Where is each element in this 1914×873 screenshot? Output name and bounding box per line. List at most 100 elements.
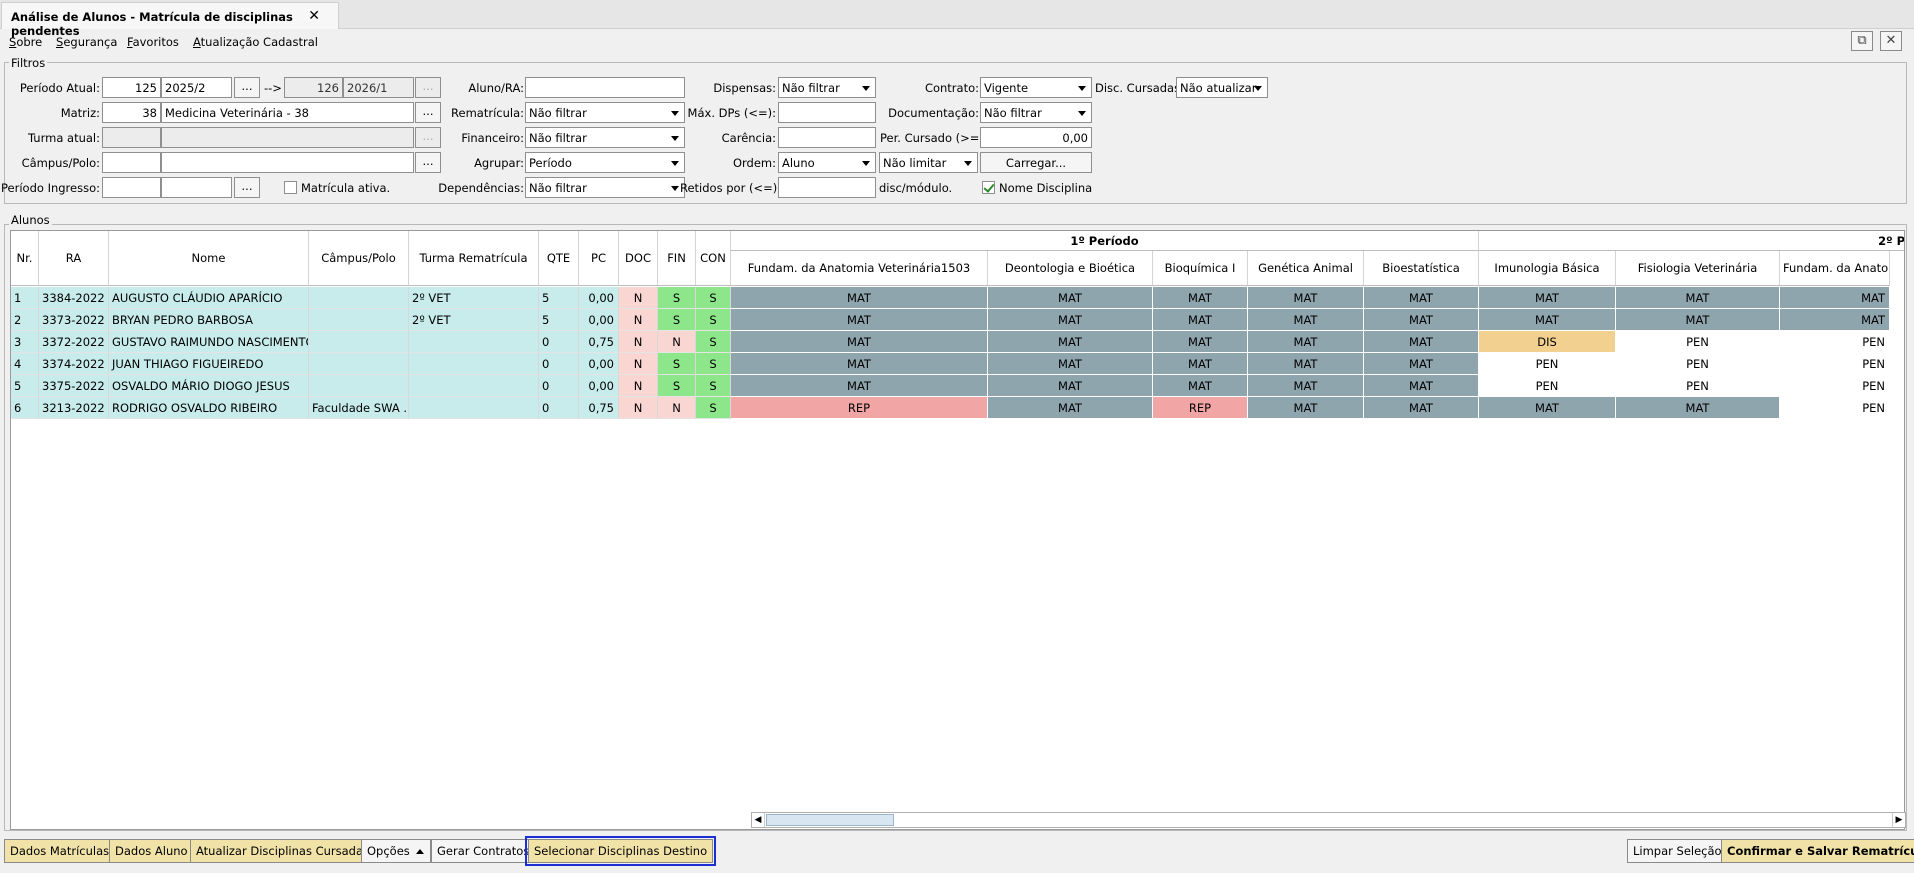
column-header-qte[interactable]: QTE bbox=[539, 231, 579, 286]
cell-doc[interactable]: N bbox=[619, 375, 658, 397]
discipline-status-cell[interactable]: MAT bbox=[988, 375, 1153, 397]
column-header-nome[interactable]: Nome bbox=[109, 231, 309, 286]
discipline-status-cell[interactable]: MAT bbox=[1248, 287, 1364, 309]
scroll-thumb[interactable] bbox=[766, 814, 894, 826]
cell-doc[interactable]: N bbox=[619, 287, 658, 309]
discipline-status-cell[interactable]: MAT bbox=[1364, 287, 1479, 309]
cell-doc[interactable]: N bbox=[619, 331, 658, 353]
discipline-status-cell[interactable]: MAT bbox=[1364, 397, 1479, 419]
matriz-field[interactable]: Medicina Veterinária - 38 bbox=[161, 102, 414, 123]
cell-nome[interactable]: GUSTAVO RAIMUNDO NASCIMENTO bbox=[109, 331, 309, 353]
cell-turma[interactable] bbox=[409, 353, 539, 375]
cell-turma[interactable]: 2º VET bbox=[409, 287, 539, 309]
discipline-status-cell[interactable]: MAT bbox=[1616, 287, 1780, 309]
cell-qte[interactable]: 0 bbox=[539, 353, 579, 375]
discipline-header[interactable]: Bioestatística bbox=[1364, 251, 1479, 286]
cell-campus[interactable] bbox=[309, 375, 409, 397]
discipline-status-cell[interactable]: MAT bbox=[1479, 287, 1616, 309]
cell-fin[interactable]: S bbox=[658, 375, 696, 397]
discipline-status-cell[interactable]: PEN bbox=[1780, 353, 1890, 375]
cell-pc[interactable]: 0,75 bbox=[579, 397, 619, 419]
discipline-status-cell[interactable]: PEN bbox=[1479, 353, 1616, 375]
dados-matriculas-button[interactable]: Dados Matrículas bbox=[4, 839, 116, 863]
cell-nr[interactable]: 1 bbox=[11, 287, 39, 309]
discipline-status-cell[interactable]: MAT bbox=[988, 353, 1153, 375]
cell-campus[interactable]: Faculdade SWA ... bbox=[309, 397, 409, 419]
cell-fin[interactable]: S bbox=[658, 287, 696, 309]
column-header-pc[interactable]: PC bbox=[579, 231, 619, 286]
discipline-status-cell[interactable]: MAT bbox=[731, 287, 988, 309]
cell-fin[interactable]: N bbox=[658, 331, 696, 353]
discipline-status-cell[interactable]: PEN bbox=[1780, 331, 1890, 353]
cell-nr[interactable]: 5 bbox=[11, 375, 39, 397]
nome-disciplina-checkbox[interactable] bbox=[982, 181, 995, 194]
cell-doc[interactable]: N bbox=[619, 309, 658, 331]
menu-favoritos[interactable]: Favoritos bbox=[127, 35, 179, 49]
cell-qte[interactable]: 0 bbox=[539, 375, 579, 397]
cell-ra[interactable]: 3373-2022 bbox=[39, 309, 109, 331]
dispensas-select[interactable]: Não filtrar bbox=[778, 77, 876, 98]
discipline-status-cell[interactable]: MAT bbox=[1364, 309, 1479, 331]
cell-pc[interactable]: 0,00 bbox=[579, 353, 619, 375]
discipline-header[interactable]: Genética Animal bbox=[1248, 251, 1364, 286]
documentacao-select[interactable]: Não filtrar bbox=[980, 102, 1092, 123]
discipline-status-cell[interactable]: MAT bbox=[988, 287, 1153, 309]
column-header-ra[interactable]: RA bbox=[39, 231, 109, 286]
cell-ra[interactable]: 3374-2022 bbox=[39, 353, 109, 375]
cell-ra[interactable]: 3384-2022 bbox=[39, 287, 109, 309]
dados-aluno-button[interactable]: Dados Aluno bbox=[109, 839, 194, 863]
rematricula-select[interactable]: Não filtrar bbox=[525, 102, 685, 123]
discipline-status-cell[interactable]: MAT bbox=[1153, 353, 1248, 375]
confirmar-salvar-button[interactable]: Confirmar e Salvar Rematrículas bbox=[1721, 839, 1914, 863]
discipline-status-cell[interactable]: PEN bbox=[1616, 331, 1780, 353]
matriz-code[interactable]: 38 bbox=[102, 102, 161, 123]
discipline-status-cell[interactable]: REP bbox=[731, 397, 988, 419]
discipline-status-cell[interactable]: MAT bbox=[988, 397, 1153, 419]
cell-ra[interactable]: 3372-2022 bbox=[39, 331, 109, 353]
discipline-header[interactable]: Bioquímica I bbox=[1153, 251, 1248, 286]
limpar-selecao-button[interactable]: Limpar Seleção bbox=[1627, 839, 1728, 863]
retidos-input[interactable] bbox=[778, 177, 876, 198]
discipline-status-cell[interactable]: MAT bbox=[1153, 331, 1248, 353]
column-header-campus[interactable]: Câmpus/Polo bbox=[309, 231, 409, 286]
close-window-icon[interactable]: ✕ bbox=[1880, 31, 1902, 51]
cell-doc[interactable]: N bbox=[619, 397, 658, 419]
column-header-turma[interactable]: Turma Rematrícula bbox=[409, 231, 539, 286]
agrupar-select[interactable]: Período bbox=[525, 152, 685, 173]
discipline-status-cell[interactable]: MAT bbox=[1248, 353, 1364, 375]
cell-con[interactable]: S bbox=[696, 331, 731, 353]
discipline-status-cell[interactable]: PEN bbox=[1780, 375, 1890, 397]
cell-nome[interactable]: RODRIGO OSVALDO RIBEIRO bbox=[109, 397, 309, 419]
periodo-atual-lookup-button[interactable]: ... bbox=[234, 77, 260, 98]
discipline-status-cell[interactable]: MAT bbox=[731, 353, 988, 375]
discipline-status-cell[interactable]: MAT bbox=[731, 309, 988, 331]
horizontal-scrollbar[interactable]: ◀ ▶ bbox=[751, 812, 1906, 828]
column-header-doc[interactable]: DOC bbox=[619, 231, 658, 286]
periodo-atual-code[interactable]: 125 bbox=[102, 77, 161, 98]
discipline-status-cell[interactable]: MAT bbox=[1479, 309, 1616, 331]
discipline-header[interactable]: Deontologia e Bioética bbox=[988, 251, 1153, 286]
menu-atualizacao-cadastral[interactable]: Atualização Cadastral bbox=[193, 35, 318, 49]
scroll-left-icon[interactable]: ◀ bbox=[752, 813, 765, 827]
discipline-status-cell[interactable]: MAT bbox=[1248, 331, 1364, 353]
cell-nome[interactable]: BRYAN PEDRO BARBOSA bbox=[109, 309, 309, 331]
gerar-contratos-button[interactable]: Gerar Contratos bbox=[431, 839, 536, 863]
column-header-nr[interactable]: Nr. bbox=[11, 231, 39, 286]
tab-analise-alunos[interactable]: Análise de Alunos - Matrícula de discipl… bbox=[1, 2, 339, 38]
cell-campus[interactable] bbox=[309, 353, 409, 375]
discipline-status-cell[interactable]: MAT bbox=[1248, 309, 1364, 331]
selecionar-disciplinas-button[interactable]: Selecionar Disciplinas Destino bbox=[524, 836, 717, 866]
cell-turma[interactable] bbox=[409, 331, 539, 353]
carregar-button[interactable]: Carregar... bbox=[980, 152, 1092, 173]
cell-con[interactable]: S bbox=[696, 309, 731, 331]
financeiro-select[interactable]: Não filtrar bbox=[525, 127, 685, 148]
cell-nome[interactable]: JUAN THIAGO FIGUEIREDO bbox=[109, 353, 309, 375]
cell-con[interactable]: S bbox=[696, 353, 731, 375]
discipline-header[interactable]: Imunologia Básica bbox=[1479, 251, 1616, 286]
discipline-status-cell[interactable]: MAT bbox=[988, 331, 1153, 353]
cell-nr[interactable]: 3 bbox=[11, 331, 39, 353]
discipline-status-cell[interactable]: MAT bbox=[988, 309, 1153, 331]
cell-nome[interactable]: OSVALDO MÁRIO DIOGO JESUS bbox=[109, 375, 309, 397]
close-tab-icon[interactable]: ✕ bbox=[308, 8, 320, 24]
dependencias-select[interactable]: Não filtrar bbox=[525, 177, 685, 198]
